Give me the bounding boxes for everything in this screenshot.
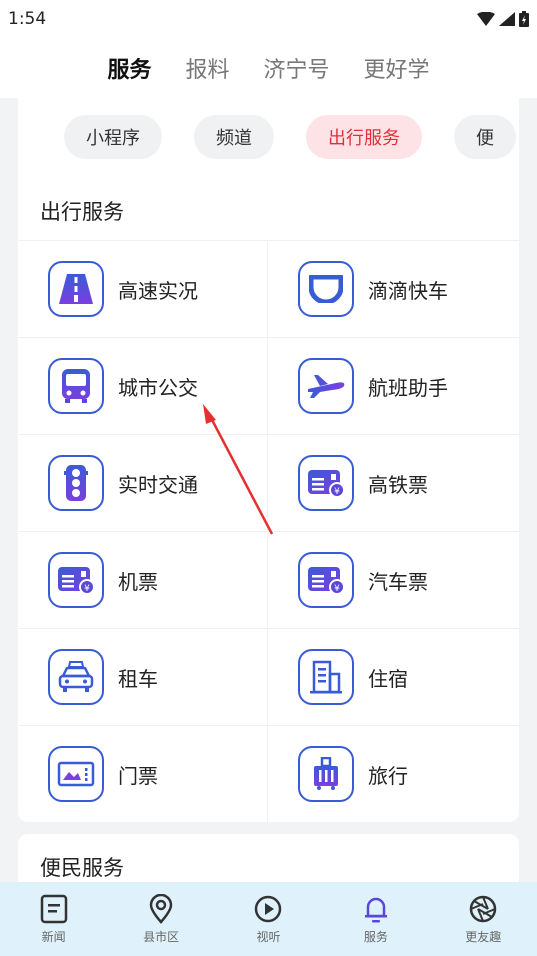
chip-mini-program[interactable]: 小程序	[64, 115, 162, 159]
service-label: 机票	[118, 569, 158, 594]
nav-counties[interactable]: 县市区	[116, 893, 206, 945]
service-grid: 高速实况 滴滴快车 城市公交 航班助手 实时交通 ¥ 高铁票 ¥ 机票 ¥ 汽车…	[18, 240, 519, 822]
category-chips: 小程序 频道 出行服务 便	[18, 98, 519, 176]
service-label: 门票	[118, 763, 158, 788]
chip-travel-service[interactable]: 出行服务	[306, 115, 422, 159]
didi-icon	[298, 261, 354, 317]
service-highway[interactable]: 高速实况	[18, 241, 268, 337]
tab-better-learn[interactable]: 更好学	[364, 52, 430, 84]
battery-icon	[519, 11, 529, 27]
section-title: 出行服务	[40, 200, 124, 224]
ticket-icon: ¥	[298, 552, 354, 608]
travel-service-card: 出行服务 高速实况 滴滴快车 城市公交 航班助手 实时交通 ¥ 高铁票 ¥ 机票…	[18, 176, 519, 822]
service-label: 实时交通	[118, 472, 198, 497]
service-label: 住宿	[368, 666, 408, 691]
section-title: 便民服务	[40, 856, 124, 880]
service-label: 汽车票	[368, 569, 428, 594]
grid-row: 门票 旅行	[18, 725, 519, 822]
top-tabs: 服务 报料 济宁号 更好学	[0, 38, 537, 98]
nav-label: 视听	[256, 929, 281, 944]
service-realtime-traffic[interactable]: 实时交通	[18, 435, 268, 531]
nav-label: 服务	[363, 929, 388, 944]
scenic-ticket-icon	[48, 746, 104, 802]
grid-row: 实时交通 ¥ 高铁票	[18, 434, 519, 531]
grid-row: ¥ 机票 ¥ 汽车票	[18, 531, 519, 628]
aperture-icon	[470, 895, 497, 922]
signal-icon	[499, 12, 515, 26]
taxi-icon	[48, 649, 104, 705]
chip-channel[interactable]: 频道	[194, 115, 274, 159]
nav-news[interactable]: 新闻	[9, 894, 99, 945]
status-bar: 1:54	[0, 0, 537, 38]
service-accommodation[interactable]: 住宿	[268, 629, 518, 725]
ticket-icon: ¥	[298, 455, 354, 511]
chip-convenience[interactable]: 便	[454, 115, 516, 159]
nav-fun[interactable]: 更友趣	[438, 894, 528, 945]
grid-row: 高速实况 滴滴快车	[18, 240, 519, 337]
bus-icon	[48, 358, 104, 414]
svg-text:¥: ¥	[334, 487, 340, 497]
nav-label: 县市区	[143, 929, 180, 944]
bell-icon	[364, 897, 387, 922]
nav-label: 新闻	[41, 929, 66, 944]
service-label: 滴滴快车	[368, 278, 448, 303]
ticket-icon: ¥	[48, 552, 104, 608]
grid-row: 城市公交 航班助手	[18, 337, 519, 434]
service-high-speed-rail[interactable]: ¥ 高铁票	[268, 435, 518, 531]
service-didi[interactable]: 滴滴快车	[268, 241, 518, 337]
service-travel[interactable]: 旅行	[268, 726, 518, 822]
svg-text:¥: ¥	[334, 584, 340, 594]
travel-icon	[298, 746, 354, 802]
service-label: 租车	[118, 666, 158, 691]
airplane-icon	[298, 358, 354, 414]
play-icon	[255, 895, 282, 922]
tab-report[interactable]: 报料	[185, 52, 229, 84]
svg-text:¥: ¥	[84, 584, 90, 594]
service-label: 航班助手	[368, 375, 448, 400]
service-flight[interactable]: 航班助手	[268, 338, 518, 434]
building-icon	[298, 649, 354, 705]
location-pin-icon	[149, 893, 173, 924]
wifi-icon	[477, 12, 495, 26]
news-icon	[40, 894, 67, 923]
service-bus-ticket[interactable]: ¥ 汽车票	[268, 532, 518, 628]
nav-label: 更友趣	[465, 929, 502, 944]
service-car-rental[interactable]: 租车	[18, 629, 268, 725]
service-label: 高速实况	[118, 278, 198, 303]
tab-service[interactable]: 服务	[107, 52, 151, 84]
nav-video[interactable]: 视听	[223, 894, 313, 945]
service-admission-ticket[interactable]: 门票	[18, 726, 268, 822]
bottom-nav: 新闻 县市区 视听 服务 更友趣	[0, 882, 537, 956]
status-time: 1:54	[8, 9, 47, 29]
nav-service[interactable]: 服务	[331, 894, 421, 945]
service-city-bus[interactable]: 城市公交	[18, 338, 268, 434]
highway-icon	[48, 261, 104, 317]
service-air-ticket[interactable]: ¥ 机票	[18, 532, 268, 628]
tab-jining-account[interactable]: 济宁号	[264, 52, 330, 84]
traffic-light-icon	[48, 455, 104, 511]
service-label: 城市公交	[118, 375, 198, 400]
service-label: 高铁票	[368, 472, 428, 497]
grid-row: 租车 住宿	[18, 628, 519, 725]
service-label: 旅行	[368, 763, 408, 788]
status-icons	[477, 11, 529, 27]
